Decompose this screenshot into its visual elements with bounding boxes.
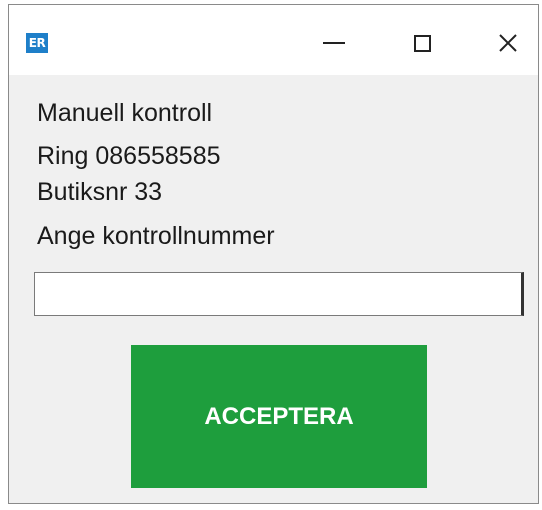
minimize-button[interactable] [309,25,359,61]
minimize-icon [323,42,345,44]
maximize-icon [413,34,431,52]
close-icon [499,34,517,52]
instruction-text: Ange kontrollnummer [37,222,275,250]
heading-manual-control: Manuell kontroll [37,99,213,127]
control-number-input[interactable] [34,272,524,316]
maximize-button[interactable] [397,25,447,61]
close-button[interactable] [483,25,533,61]
accept-button[interactable]: ACCEPTERA [131,345,427,488]
dialog-window: ER Manuell kontroll Ring 086558585 Butik… [8,4,539,504]
phone-number-text: Ring 086558585 [37,142,221,170]
title-bar[interactable]: ER [9,5,538,75]
app-logo-icon: ER [26,33,48,53]
store-number-text: Butiksnr 33 [37,178,163,206]
